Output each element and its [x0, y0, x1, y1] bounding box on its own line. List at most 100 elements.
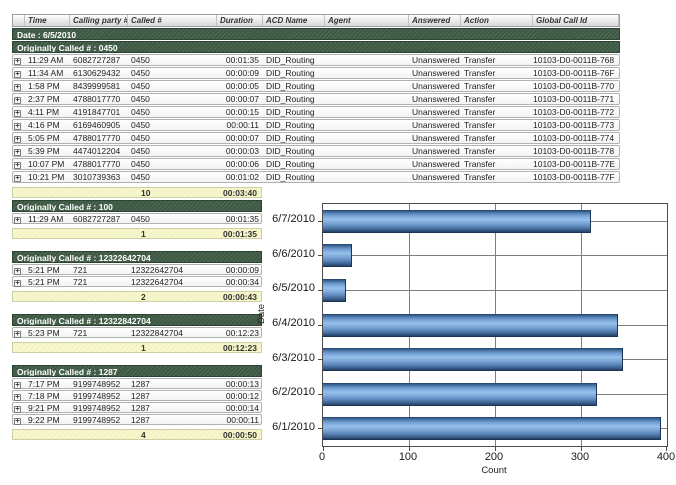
group-header[interactable]: Originally Called # : 12322842704 [12, 314, 262, 326]
cell-action: Transfer [461, 94, 533, 104]
call-row[interactable]: +2:37 PM4788017770045000:00:07DID_Routin… [12, 93, 620, 105]
y-tick-label: 6/6/2010 [258, 248, 315, 260]
expand-plus-icon[interactable]: + [14, 406, 21, 413]
y-tick-label: 6/2/2010 [258, 386, 315, 398]
expand-plus-icon[interactable]: + [14, 110, 21, 117]
cell-calling-party: 4474012204 [70, 146, 128, 156]
expand-cell: + [13, 94, 25, 104]
call-row[interactable]: +5:05 PM4788017770045000:00:07DID_Routin… [12, 132, 620, 144]
cell-called: 1287 [128, 391, 217, 401]
call-row[interactable]: +9:22 PM9199748952128700:00:11 [12, 414, 262, 425]
expand-plus-icon[interactable]: + [14, 418, 21, 425]
expand-plus-icon[interactable]: + [14, 84, 21, 91]
column-header-time[interactable]: Time [25, 15, 70, 26]
call-row[interactable]: +9:21 PM9199748952128700:00:14 [12, 402, 262, 413]
call-row[interactable]: +5:21 PM7211232264270400:00:09 [12, 264, 262, 275]
expand-cell: + [13, 81, 25, 91]
group-header[interactable]: Originally Called # : 100 [12, 200, 262, 212]
bar-6-2-2010 [323, 383, 597, 406]
column-header-expand[interactable] [13, 15, 25, 26]
cell-acd-name: DID_Routing [263, 120, 325, 130]
expand-cell: + [13, 403, 25, 413]
cell-calling-party: 721 [70, 277, 128, 287]
expand-plus-icon[interactable]: + [14, 162, 21, 169]
call-row[interactable]: +1:58 PM8439999581045000:00:05DID_Routin… [12, 80, 620, 92]
expand-cell: + [13, 146, 25, 156]
cell-acd-name: DID_Routing [263, 146, 325, 156]
calls-per-date-bar-chart: Date Count 01002003004006/7/20106/6/2010… [258, 197, 676, 485]
summary-total-duration: 00:00:43 [215, 292, 261, 302]
cell-global-call-id: 10103-D0-0011B-774 [533, 133, 619, 143]
expand-plus-icon[interactable]: + [14, 71, 21, 78]
bar-6-3-2010 [323, 348, 623, 371]
column-header-called[interactable]: Called # [128, 15, 217, 26]
call-row[interactable]: +5:23 PM7211232284270400:12:23 [12, 327, 262, 338]
cell-duration: 00:00:09 [217, 265, 263, 275]
cell-duration: 00:00:15 [217, 107, 263, 117]
bar-6-7-2010 [323, 210, 591, 233]
column-header-action[interactable]: Action [461, 15, 533, 26]
cell-called: 0450 [128, 55, 217, 65]
summary-call-count: 10 [123, 188, 215, 198]
date-group-header[interactable]: Date : 6/5/2010 [12, 28, 620, 40]
expand-cell: + [13, 214, 25, 224]
cell-calling-party: 9199748952 [70, 391, 128, 401]
group-header[interactable]: Originally Called # : 12322642704 [12, 251, 262, 263]
cell-calling-party: 9199748952 [70, 403, 128, 413]
expand-cell: + [13, 328, 25, 338]
cell-calling-party: 721 [70, 265, 128, 275]
group-section: Originally Called # : 1287+7:17 PM919974… [12, 365, 262, 440]
report-table: TimeCalling party #Called #DurationACD N… [12, 14, 620, 198]
summary-total-duration: 00:01:35 [215, 229, 261, 239]
cell-time: 1:58 PM [25, 81, 70, 91]
group-section: Originally Called # : 12322642704+5:21 P… [12, 251, 262, 302]
cell-global-call-id: 10103-D0-0011B-76F [533, 68, 619, 78]
expand-plus-icon[interactable]: + [14, 123, 21, 130]
cell-action: Transfer [461, 68, 533, 78]
call-row[interactable]: +10:07 PM4788017770045000:00:06DID_Routi… [12, 158, 620, 170]
cell-time: 7:17 PM [25, 379, 70, 389]
expand-plus-icon[interactable]: + [14, 175, 21, 182]
expand-plus-icon[interactable]: + [14, 394, 21, 401]
group-header[interactable]: Originally Called # : 0450 [12, 41, 620, 53]
expand-plus-icon[interactable]: + [14, 382, 21, 389]
call-row[interactable]: +4:11 PM4191847701045000:00:15DID_Routin… [12, 106, 620, 118]
column-header-calling-party[interactable]: Calling party # [70, 15, 128, 26]
cell-action: Transfer [461, 146, 533, 156]
call-row[interactable]: +5:21 PM7211232264270400:00:34 [12, 276, 262, 287]
call-row[interactable]: +7:17 PM9199748952128700:00:13 [12, 378, 262, 389]
call-row[interactable]: +11:34 AM6130629432045000:00:09DID_Routi… [12, 67, 620, 79]
expand-cell: + [13, 172, 25, 182]
expand-plus-icon[interactable]: + [14, 280, 21, 287]
column-header-acd-name[interactable]: ACD Name [263, 15, 325, 26]
expand-plus-icon[interactable]: + [14, 268, 21, 275]
cell-answered: Unanswered [409, 94, 461, 104]
cell-answered: Unanswered [409, 68, 461, 78]
column-header-global-call-id[interactable]: Global Call Id [533, 15, 619, 26]
call-row[interactable]: +5:39 PM4474012204045000:00:03DID_Routin… [12, 145, 620, 157]
column-header-duration[interactable]: Duration [217, 15, 263, 26]
call-row[interactable]: +10:21 PM3010739363045000:01:02DID_Routi… [12, 171, 620, 183]
call-row[interactable]: +4:16 PM6169460905045000:00:11DID_Routin… [12, 119, 620, 131]
horizontal-gridline [323, 290, 667, 291]
expand-plus-icon[interactable]: + [14, 217, 21, 224]
cell-action: Transfer [461, 133, 533, 143]
group-header[interactable]: Originally Called # : 1287 [12, 365, 262, 377]
group-summary-row: 400:00:50 [12, 429, 262, 440]
expand-plus-icon[interactable]: + [14, 58, 21, 65]
expand-plus-icon[interactable]: + [14, 331, 21, 338]
cell-calling-party: 9199748952 [70, 379, 128, 389]
expand-plus-icon[interactable]: + [14, 97, 21, 104]
expand-cell: + [13, 120, 25, 130]
column-header-agent[interactable]: Agent [325, 15, 409, 26]
call-row[interactable]: +11:29 AM6082727287045000:01:35 [12, 213, 262, 224]
expand-plus-icon[interactable]: + [14, 149, 21, 156]
expand-plus-icon[interactable]: + [14, 136, 21, 143]
cell-action: Transfer [461, 81, 533, 91]
call-row[interactable]: +11:29 AM6082727287045000:01:35DID_Routi… [12, 54, 620, 66]
call-row[interactable]: +7:18 PM9199748952128700:00:12 [12, 390, 262, 401]
cell-time: 11:34 AM [25, 68, 70, 78]
cell-time: 5:21 PM [25, 265, 70, 275]
column-header-answered[interactable]: Answered [409, 15, 461, 26]
cell-calling-party: 8439999581 [70, 81, 128, 91]
